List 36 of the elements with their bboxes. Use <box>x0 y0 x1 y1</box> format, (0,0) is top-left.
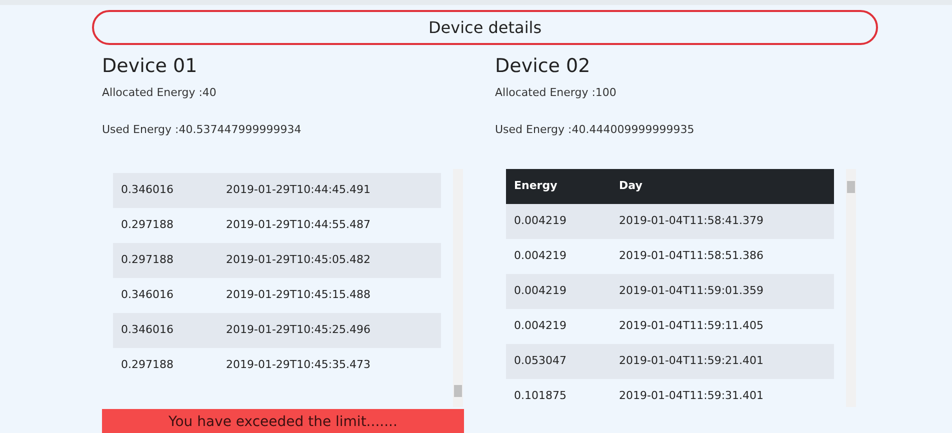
table-cell: 0.297188 <box>113 242 218 278</box>
device-name: Device 01 <box>102 54 198 79</box>
table-cell: 2019-01-29T10:45:35.473 <box>218 348 441 383</box>
table-cell: 0.297188 <box>113 348 218 383</box>
table-cell: 2019-01-29T10:45:05.482 <box>218 242 441 278</box>
scrollbar[interactable] <box>846 168 856 407</box>
table-cell: 2019-01-29T10:44:45.491 <box>218 172 441 208</box>
table-cell: 2019-01-04T11:58:41.379 <box>611 204 834 239</box>
table-cell: 0.346016 <box>113 278 218 313</box>
table-cell: 0.053047 <box>506 344 611 379</box>
allocated-energy-text: Allocated Energy :40 <box>102 84 218 101</box>
table-cell: 2019-01-29T10:45:25.496 <box>218 312 441 348</box>
limit-alert: You have exceeded the limit....... <box>102 408 464 433</box>
table-cell: 0.004219 <box>506 238 611 274</box>
used-energy-text: Used Energy :40.537447999999934 <box>102 122 302 138</box>
table-cell: 0.346016 <box>113 312 218 348</box>
device-name: Device 02 <box>495 54 592 79</box>
table-cell: 2019-01-04T11:58:51.386 <box>611 238 834 274</box>
table-cell: 0.004219 <box>506 308 611 344</box>
column-header: Energy <box>506 168 611 204</box>
table-cell: 0.297188 <box>113 208 218 243</box>
scrollbar[interactable] <box>453 168 463 407</box>
table-cell: 2019-01-29T10:44:55.487 <box>218 208 441 243</box>
table-cell: 2019-01-04T11:59:11.405 <box>611 308 834 344</box>
table-cell: 0.346016 <box>113 172 218 208</box>
used-energy-text: Used Energy :40.444009999999935 <box>495 122 696 138</box>
table-cell: 0.004219 <box>506 274 611 309</box>
page-title: Device details <box>428 16 542 38</box>
table-cell: 2019-01-04T11:59:21.401 <box>611 344 834 379</box>
table-cell: 0.004219 <box>506 204 611 239</box>
allocated-energy-text: Allocated Energy :100 <box>495 84 618 101</box>
table-cell: 2019-01-04T11:59:01.359 <box>611 274 834 309</box>
column-header: Day <box>611 168 834 204</box>
table-cell: 0.101875 <box>506 378 611 407</box>
table-cell: 2019-01-04T11:59:31.401 <box>611 378 834 407</box>
table-cell: 2019-01-29T10:45:15.488 <box>218 278 441 313</box>
